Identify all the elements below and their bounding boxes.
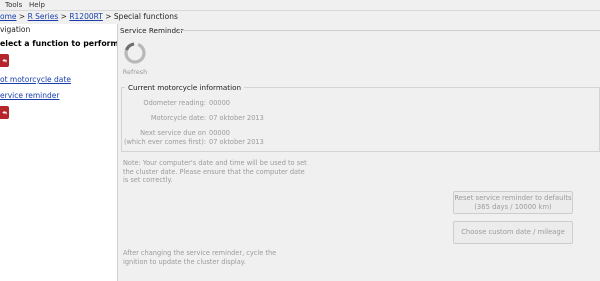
menu-tools[interactable]: Tools <box>5 1 22 9</box>
ignition-note: After changing the service reminder, cyc… <box>123 249 277 266</box>
reset-defaults-button[interactable]: Reset service reminder to defaults (365 … <box>453 191 573 214</box>
panel-divider <box>117 24 118 281</box>
reset-button-label-2: (365 days / 10000 km) <box>474 202 552 211</box>
next-service-label-2: (which ever comes first): <box>123 138 206 146</box>
odometer-label: Odometer reading: <box>143 99 206 107</box>
date-note: Note: Your computer's date and time will… <box>123 159 307 184</box>
breadcrumb-separator: > <box>58 12 70 21</box>
next-service-mileage-value: 00000 <box>209 129 230 137</box>
breadcrumb-separator: > <box>16 12 28 21</box>
navigation-prompt: elect a function to perform. <box>0 39 117 48</box>
group-title: Service Reminder <box>120 26 184 35</box>
back-arrow-icon <box>2 110 7 115</box>
refresh-circle-icon <box>124 42 146 64</box>
nav-link-motorcycle-date[interactable]: ot motorcycle date <box>0 75 71 84</box>
motorcycle-date-label: Motorcycle date: <box>150 114 206 122</box>
motorcycle-date-value: 07 oktober 2013 <box>209 114 264 122</box>
group-divider <box>178 30 600 31</box>
nav-link-service-reminder[interactable]: ervice reminder <box>0 91 59 100</box>
info-groupbox-title: Current motorcycle information <box>125 83 245 92</box>
breadcrumb-r-series[interactable]: R Series <box>28 12 59 21</box>
breadcrumb-current: Special functions <box>113 12 178 21</box>
custom-button-label: Choose custom date / mileage <box>461 228 565 236</box>
breadcrumb-separator: > <box>102 12 114 21</box>
navigation-title: vigation <box>0 25 31 34</box>
choose-custom-button[interactable]: Choose custom date / mileage <box>453 221 573 244</box>
function-action-button[interactable] <box>0 54 9 67</box>
refresh-label: Refresh <box>122 68 148 76</box>
reset-button-label-1: Reset service reminder to defaults <box>454 193 572 202</box>
breadcrumb-model[interactable]: R1200RT <box>69 12 103 21</box>
next-service-label-1: Next service due on <box>140 129 206 137</box>
function-action-button[interactable] <box>0 106 9 119</box>
next-service-date-value: 07 oktober 2013 <box>209 138 264 146</box>
menu-help[interactable]: Help <box>29 1 45 9</box>
breadcrumb-home[interactable]: ome <box>0 12 17 21</box>
breadcrumb: ome > R Series > R1200RT > Special funct… <box>0 12 600 24</box>
back-arrow-icon <box>2 58 7 63</box>
menu-bar: Tools Help <box>0 0 600 11</box>
refresh-button[interactable]: Refresh <box>121 41 149 76</box>
navigation-panel: vigation elect a function to perform. ot… <box>0 24 117 281</box>
odometer-value: 00000 <box>209 99 230 107</box>
